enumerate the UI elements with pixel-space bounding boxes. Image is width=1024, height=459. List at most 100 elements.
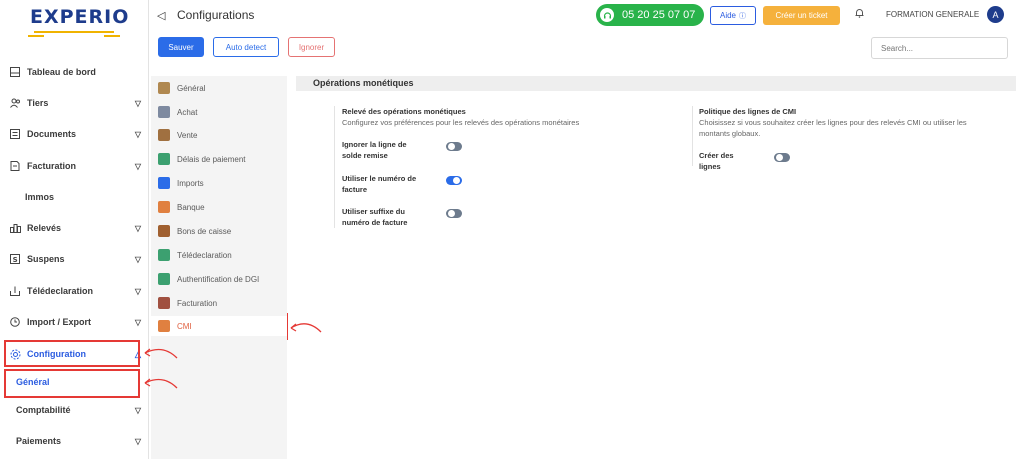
chevron-down-icon: ▽ — [134, 129, 141, 139]
settings-item-label: Imports — [177, 178, 204, 188]
option-label: Créer des lignes — [699, 151, 734, 171]
headset-icon — [600, 8, 614, 22]
auto-detect-button[interactable]: Auto detect — [213, 37, 279, 57]
toggle-ignore-solde-remise[interactable] — [446, 142, 462, 151]
annotation-arrow-icon — [290, 323, 322, 333]
users-icon — [9, 97, 21, 109]
sidebar-item-import-export[interactable]: Import / Export ▽ — [0, 311, 148, 333]
save-button[interactable]: Sauver — [158, 37, 204, 57]
option-label: Utiliser suffixe du numéro de facture — [342, 207, 408, 227]
toggle-use-invoice-number[interactable] — [446, 176, 462, 185]
sidebar-item-paiements[interactable]: Paiements ▽ — [0, 430, 148, 452]
settings-item-cmi[interactable]: CMI — [151, 316, 287, 336]
help-icon: ⓘ — [739, 12, 746, 20]
search-input[interactable] — [871, 37, 1008, 59]
folder-icon — [158, 177, 170, 189]
company-name[interactable]: FORMATION GENERALE — [886, 10, 979, 19]
right-description: Choisissez si vous souhaitez créer les l… — [699, 118, 967, 138]
settings-menu: Général Achat Vente Délais de paiement I… — [151, 76, 287, 459]
page-title: Configurations — [177, 8, 255, 22]
brand-logo[interactable]: EXPERIO — [28, 6, 130, 40]
sidebar-item-label: Tiers — [27, 98, 49, 108]
avatar[interactable]: A — [987, 6, 1004, 23]
help-button[interactable]: Aide ⓘ — [710, 6, 756, 25]
settings-content: Opérations monétiques Relevé des opérati… — [296, 76, 1016, 459]
settings-item-delais-paiement[interactable]: Délais de paiement — [151, 149, 287, 169]
sidebar-item-label: Suspens — [27, 254, 65, 264]
settings-item-label: Télédeclaration — [177, 250, 232, 260]
phone-button[interactable]: 05 20 25 07 07 — [596, 4, 704, 26]
sidebar-item-label: Télédeclaration — [27, 286, 94, 296]
settings-item-facturation[interactable]: Facturation — [151, 293, 287, 313]
auth-icon — [158, 273, 170, 285]
sidebar-item-tableau-de-bord[interactable]: Tableau de bord — [0, 61, 148, 83]
sidebar-item-label: Tableau de bord — [27, 67, 96, 77]
toggle-create-lines[interactable] — [774, 153, 790, 162]
chevron-down-icon: ▽ — [134, 436, 141, 446]
settings-item-imports[interactable]: Imports — [151, 173, 287, 193]
brand-name: EXPERIO — [30, 6, 130, 28]
settings-item-label: Banque — [177, 202, 205, 212]
suspense-icon: S — [9, 253, 21, 265]
sidebar-item-immos[interactable]: Immos — [0, 186, 148, 208]
settings-item-label: Authentification de DGI — [177, 274, 260, 284]
sidebar-item-documents[interactable]: Documents ▽ — [0, 123, 148, 145]
sidebar-item-label: Import / Export — [27, 317, 92, 327]
help-label: Aide — [719, 11, 736, 20]
sidebar-item-label: Documents — [27, 129, 77, 139]
chevron-down-icon: ▽ — [134, 405, 141, 415]
sidebar-item-label: Relevés — [27, 223, 62, 233]
annotation-arrow-icon — [144, 378, 178, 389]
annotation-arrow-icon — [144, 348, 178, 359]
sidebar-item-label: Facturation — [27, 161, 77, 171]
settings-item-label: Général — [177, 83, 206, 93]
sidebar-item-teledeclaration[interactable]: Télédeclaration ▽ — [0, 280, 148, 302]
sidebar-item-label: Comptabilité — [16, 405, 71, 415]
settings-item-achat[interactable]: Achat — [151, 102, 287, 122]
highlight-configuration — [4, 340, 140, 367]
left-heading: Relevé des opérations monétiques — [342, 107, 466, 116]
invoice-icon — [9, 160, 21, 172]
svg-text:S: S — [13, 256, 18, 264]
chevron-down-icon: ▽ — [134, 223, 141, 233]
dashboard-icon — [9, 66, 21, 78]
column-divider — [334, 106, 335, 228]
declaration-icon — [158, 249, 170, 261]
settings-item-label: Facturation — [177, 298, 218, 308]
settings-item-bons-caisse[interactable]: Bons de caisse — [151, 221, 287, 241]
sidebar-item-label: Paiements — [16, 436, 62, 446]
section-title: Opérations monétiques — [296, 76, 1016, 91]
import-icon — [9, 316, 21, 328]
settings-item-label: Achat — [177, 107, 198, 117]
create-ticket-button[interactable]: Créer un ticket — [763, 6, 840, 25]
right-heading: Politique des lignes de CMI — [699, 107, 797, 116]
settings-item-general[interactable]: Général — [151, 78, 287, 98]
settings-item-banque[interactable]: Banque — [151, 197, 287, 217]
upload-icon — [9, 285, 21, 297]
ignore-button[interactable]: Ignorer — [288, 37, 335, 57]
chevron-down-icon: ▽ — [134, 98, 141, 108]
back-arrow-icon[interactable]: ◁ — [157, 9, 165, 22]
document-icon — [9, 128, 21, 140]
sidebar-item-tiers[interactable]: Tiers ▽ — [0, 92, 148, 114]
sidebar-item-suspens[interactable]: S Suspens ▽ — [0, 248, 148, 270]
settings-item-vente[interactable]: Vente — [151, 125, 287, 145]
settings-item-auth-dgi[interactable]: Authentification de DGI — [151, 269, 287, 289]
sidebar-item-facturation[interactable]: Facturation ▽ — [0, 155, 148, 177]
logo-underline — [28, 31, 120, 37]
settings-item-teledeclaration[interactable]: Télédeclaration — [151, 245, 287, 265]
settings-item-label: Vente — [177, 130, 198, 140]
topbar: ◁ Configurations 05 20 25 07 07 Aide ⓘ C… — [149, 0, 1024, 32]
settings-item-label: Bons de caisse — [177, 226, 232, 236]
toggle-invoice-suffix[interactable] — [446, 209, 462, 218]
bell-icon[interactable] — [855, 8, 864, 21]
phone-number: 05 20 25 07 07 — [622, 9, 696, 21]
sidebar-item-label: Immos — [25, 192, 55, 202]
chevron-down-icon: ▽ — [134, 254, 141, 264]
calendar-icon — [158, 153, 170, 165]
sidebar-item-releves[interactable]: Relevés ▽ — [0, 217, 148, 239]
chevron-down-icon: ▽ — [134, 286, 141, 296]
column-divider — [692, 106, 693, 166]
chevron-down-icon: ▽ — [134, 161, 141, 171]
sidebar-item-comptabilite[interactable]: Comptabilité ▽ — [0, 399, 148, 421]
